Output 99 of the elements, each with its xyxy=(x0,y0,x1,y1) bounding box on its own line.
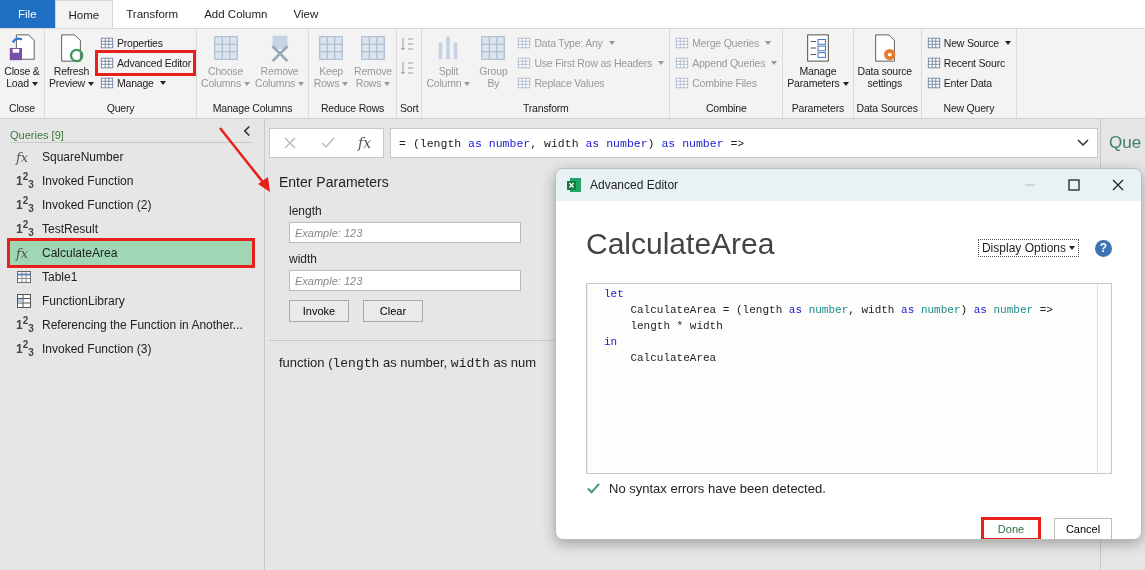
caret-icon xyxy=(31,82,38,87)
query-item[interactable]: 1$^{2}$$_{3}$ Invoked Function (2) xyxy=(10,193,252,217)
group-label: Parameters xyxy=(790,101,846,116)
table-icon xyxy=(517,36,532,50)
query-item[interactable]: fx SquareNumber xyxy=(10,145,252,169)
window-title: Advanced Editor xyxy=(590,178,680,192)
input-field[interactable]: Example: 123 xyxy=(289,270,521,291)
table-icon xyxy=(675,76,690,90)
query-item[interactable]: 1$^{2}$$_{3}$ TestResult xyxy=(10,217,252,241)
ribbon-button[interactable]: Manage Parameters xyxy=(786,33,850,89)
ribbon-button[interactable]: Manage xyxy=(97,73,193,93)
group-label: Reduce Rows xyxy=(319,101,386,116)
table-icon xyxy=(16,269,32,285)
ribbon-tab[interactable]: View xyxy=(280,0,332,28)
ribbon-button[interactable]: Close & Load xyxy=(3,33,41,89)
field-label: width xyxy=(288,252,318,266)
caret-icon xyxy=(658,61,665,65)
queries-header: Queries [9] xyxy=(10,129,64,141)
caret-icon xyxy=(342,82,349,87)
parameter-button[interactable]: Clear xyxy=(363,300,423,322)
group-label: Transform xyxy=(522,101,570,116)
expand-icon[interactable] xyxy=(1077,139,1089,147)
section-title: Enter Parameters xyxy=(279,174,389,190)
ribbon-tab[interactable]: File xyxy=(0,0,55,28)
group-label: Sort xyxy=(400,101,419,116)
display-options-dropdown[interactable]: Display Options xyxy=(977,239,1079,257)
caret-icon xyxy=(771,61,778,65)
caret-icon xyxy=(159,81,166,85)
code-editor[interactable]: let CalculateArea = (length as number, width as number) as number => length * width in CalculateArea xyxy=(586,283,1112,474)
ribbon-tab[interactable]: Add Column xyxy=(191,0,281,28)
maximize-icon[interactable] xyxy=(1067,178,1081,192)
query-item[interactable]: fx CalculateArea xyxy=(10,241,252,265)
dialog-button[interactable]: Done xyxy=(982,518,1040,539)
group-label: New Query xyxy=(942,101,996,116)
table-icon xyxy=(99,56,114,70)
query-item[interactable]: 1$^{2}$$_{3}$ Invoked Function (3) xyxy=(10,337,252,361)
field-label: length xyxy=(288,204,323,218)
function-icon: fx xyxy=(16,245,34,261)
group-label: Combine xyxy=(704,101,748,116)
group-label: Data Sources xyxy=(856,101,918,116)
function-button[interactable]: fx xyxy=(358,135,372,151)
ribbon-button[interactable]: New Source xyxy=(924,33,1013,53)
check-icon[interactable] xyxy=(320,135,336,151)
cancel-icon[interactable] xyxy=(282,135,298,151)
close-icon[interactable] xyxy=(1111,178,1125,192)
caret-icon xyxy=(384,82,391,87)
caret-icon xyxy=(87,82,94,87)
caret-icon xyxy=(244,82,251,87)
group-label: Query xyxy=(105,101,136,116)
formula-field[interactable]: = (length as number, width as number) as number => xyxy=(390,128,1098,158)
table-icon xyxy=(926,76,941,90)
ribbon-button[interactable]: Enter Data xyxy=(924,73,1013,93)
code-line: length * width xyxy=(629,319,724,334)
help-icon[interactable]: ? xyxy=(1095,239,1112,257)
spreadsheet-icon xyxy=(566,177,582,193)
code-line: let xyxy=(604,287,625,302)
group-label: Close xyxy=(8,101,36,116)
code-line: CalculateArea = (length as number, width as number) as number => xyxy=(629,303,1054,318)
caret-icon xyxy=(1004,41,1011,45)
panel-title: Que xyxy=(1109,133,1142,153)
table-icon xyxy=(926,36,941,50)
status-message: No syntax errors have been detected. xyxy=(609,480,826,496)
query-title: CalculateArea xyxy=(586,226,776,261)
ribbon-tab[interactable]: Home xyxy=(54,0,114,28)
group-label: Manage Columns xyxy=(211,101,294,116)
code-line: CalculateArea xyxy=(629,351,718,366)
save-document-icon xyxy=(7,33,37,63)
caret-icon xyxy=(842,82,849,87)
ribbon-button[interactable]: Data source settings xyxy=(856,33,913,89)
caret-icon xyxy=(765,41,772,45)
ribbon-button[interactable]: Properties xyxy=(97,33,193,53)
caret-icon xyxy=(298,82,305,87)
caret-icon xyxy=(464,82,471,87)
function-icon: fx xyxy=(16,149,34,165)
table-icon xyxy=(675,36,690,50)
table-icon xyxy=(517,56,532,70)
ribbon-button[interactable]: Refresh Preview xyxy=(48,33,95,89)
query-item[interactable]: Table1 xyxy=(10,265,252,289)
query-item[interactable]: 1$^{2}$$_{3}$ Referencing the Function in Another... xyxy=(10,313,252,337)
table-icon xyxy=(99,76,114,90)
ribbon-button[interactable]: Advanced Editor xyxy=(97,53,193,73)
dialog-button[interactable]: Cancel xyxy=(1054,518,1112,539)
table-icon xyxy=(99,36,114,50)
table-icon xyxy=(926,56,941,70)
parameter-button[interactable]: Invoke xyxy=(289,300,349,322)
table-icon xyxy=(517,76,532,90)
input-field[interactable]: Example: 123 xyxy=(289,222,521,243)
table-icon xyxy=(675,56,690,70)
function-signature: function (length as number, width as num xyxy=(279,355,537,371)
table-icon xyxy=(16,293,32,309)
code-line: in xyxy=(604,335,619,350)
check-icon xyxy=(586,480,601,496)
query-item[interactable]: 1$^{2}$$_{3}$ Invoked Function xyxy=(10,169,252,193)
ribbon-button[interactable]: Recent Sourc xyxy=(924,53,1013,73)
caret-icon xyxy=(608,41,615,45)
collapse-icon[interactable] xyxy=(243,125,252,137)
ribbon-tab[interactable]: Transform xyxy=(113,0,192,28)
caret-icon xyxy=(1069,246,1075,250)
query-item[interactable]: FunctionLibrary xyxy=(10,289,252,313)
